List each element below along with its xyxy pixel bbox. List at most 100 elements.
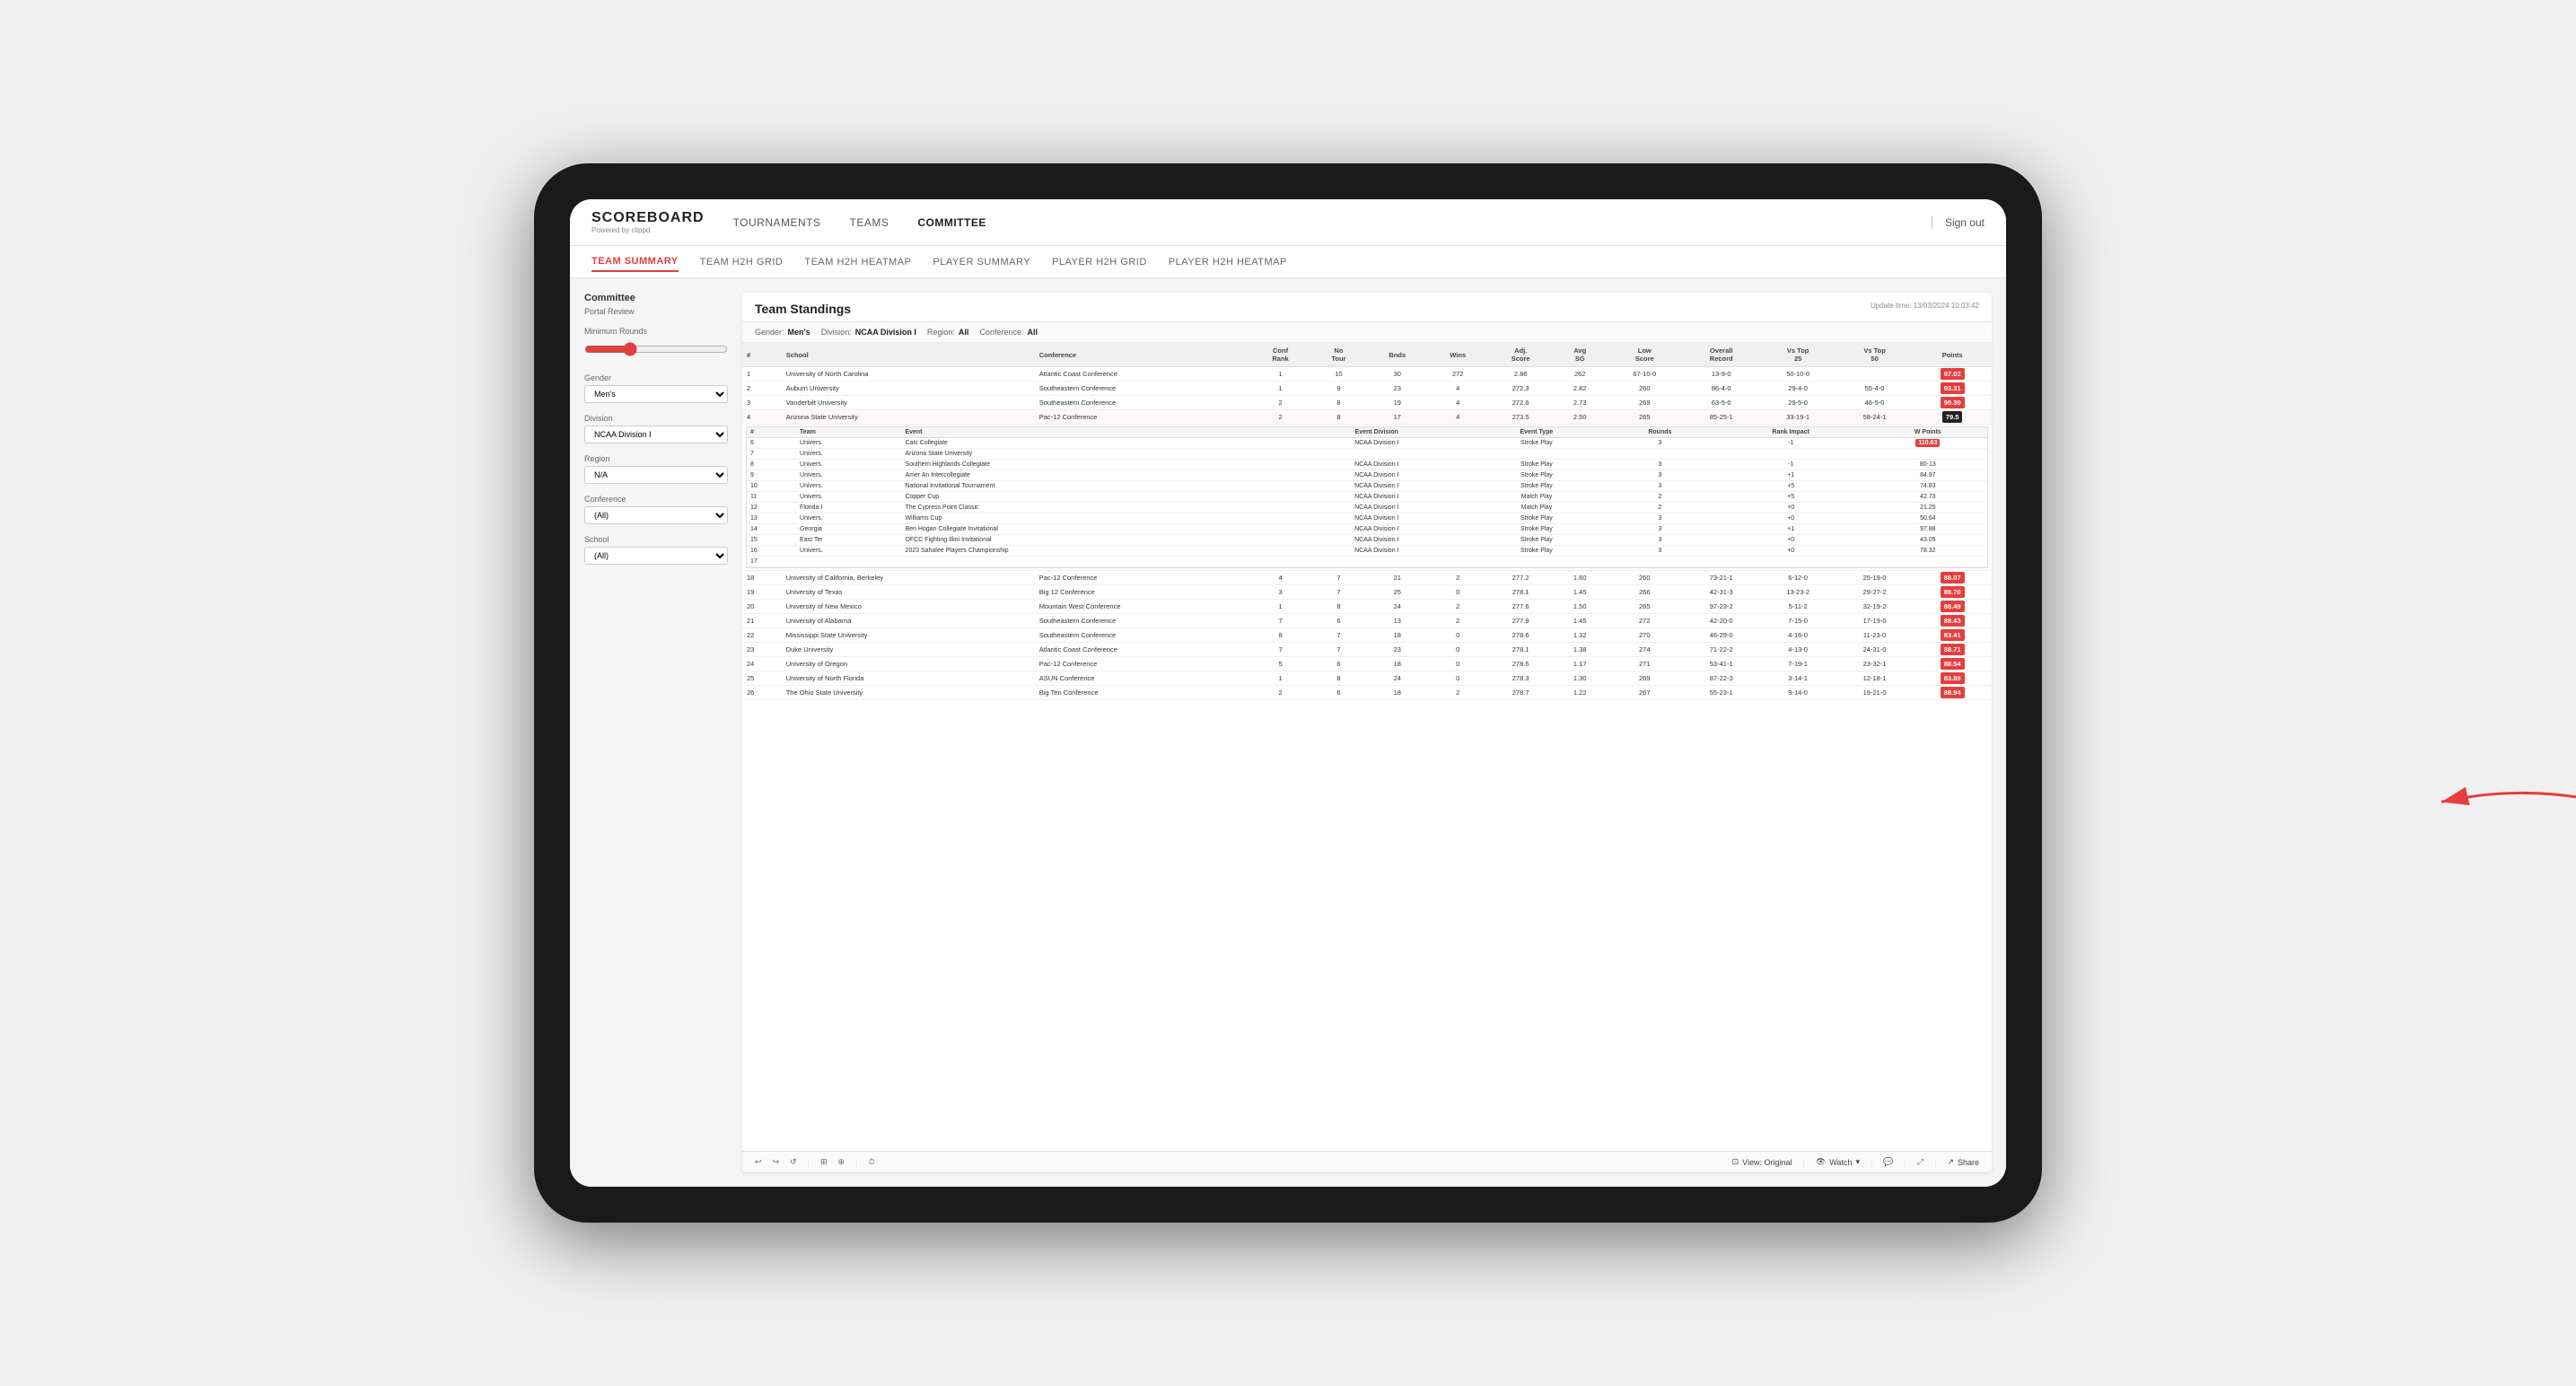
division-select[interactable]: NCAA Division I NCAA Division II (584, 425, 728, 443)
table-row: 3 Vanderbilt University Southeastern Con… (742, 396, 1992, 410)
eye-icon: 👁 (1816, 1157, 1826, 1167)
tab-player-h2h-grid[interactable]: PLAYER H2H GRID (1052, 253, 1147, 271)
col-school: School (782, 343, 1035, 367)
table-row: 1 University of North Carolina Atlantic … (742, 367, 1992, 382)
table-row: 24 University of Oregon Pac-12 Conferenc… (742, 657, 1992, 671)
tablet-frame: SCOREBOARD Powered by clippd TOURNAMENTS… (534, 163, 2042, 1223)
col-rank: # (742, 343, 782, 367)
list-item: 11 Univers. Copper Cup NCAA Division I M… (747, 492, 1987, 503)
col-points: Points (1913, 343, 1992, 367)
filter-label-region: Region (584, 454, 728, 463)
sign-out-button[interactable]: Sign out (1945, 216, 1985, 229)
filter-chip-conference: Conference: All (979, 328, 1038, 337)
list-item: 13 Univers. Williams Cup NCAA Division I… (747, 513, 1987, 524)
filter-label-division: Division (584, 414, 728, 423)
comment-icon[interactable]: 💬 (1883, 1157, 1893, 1167)
tab-team-h2h-heatmap[interactable]: TEAM H2H HEATMAP (804, 253, 911, 271)
table-row: 23 Duke University Atlantic Coast Confer… (742, 643, 1992, 657)
annotation-arrow (2432, 775, 2576, 829)
filter-label-conference: Conference (584, 495, 728, 504)
expand-icon[interactable]: ⤢ (1917, 1157, 1923, 1167)
nav-committee[interactable]: COMMITTEE (917, 213, 986, 232)
filter-label-school: School (584, 535, 728, 544)
col-no-tour: NoTour (1310, 343, 1366, 367)
app-logo-sub: Powered by clippd (591, 226, 705, 234)
redo-icon[interactable]: ↪ (773, 1157, 780, 1167)
filter-school: School (All) (584, 535, 728, 565)
table-row: 25 University of North Florida ASUN Conf… (742, 671, 1992, 686)
points-value: 88.71 (1941, 644, 1965, 655)
filter-label-rounds: Minimum Rounds (584, 327, 728, 336)
share-button[interactable]: ↗ Share (1947, 1157, 1979, 1167)
conference-select[interactable]: (All) (584, 506, 728, 524)
region-select[interactable]: N/A All (584, 466, 728, 484)
points-value: 93.31 (1941, 382, 1965, 394)
expanded-content: # Team Event Event Division Event Type R… (746, 426, 1988, 568)
points-value: 97.02 (1941, 368, 1965, 380)
points-value: 90.30 (1941, 397, 1965, 408)
list-item: 7 Univers. Arizona State University (747, 449, 1987, 460)
data-panel: Team Standings Update time: 13/03/2024 1… (742, 293, 1992, 1172)
list-item: 6 Univers. Catc Collegiate NCAA Division… (747, 438, 1987, 449)
col-overall: OverallRecord (1683, 343, 1759, 367)
filter-chip-gender: Gender: Men's (755, 328, 810, 337)
info-icon[interactable]: ⏱ (868, 1157, 874, 1167)
filter-division: Division NCAA Division I NCAA Division I… (584, 414, 728, 443)
list-item: 15 East Ter OFCC Fighting Illini Invitat… (747, 535, 1987, 546)
nav-tournaments[interactable]: TOURNAMENTS (733, 213, 821, 232)
school-select[interactable]: (All) (584, 547, 728, 565)
share-label: Share (1958, 1158, 1979, 1167)
slider-container (584, 338, 728, 363)
table-row: 19 University of Texas Big 12 Conference… (742, 585, 1992, 600)
col-low-score: LowScore (1607, 343, 1683, 367)
main-content: Committee Portal Review Minimum Rounds G… (570, 278, 2006, 1187)
table-row: 21 University of Alabama Southeastern Co… (742, 614, 1992, 628)
expanded-detail-row: # Team Event Event Division Event Type R… (742, 425, 1992, 571)
watch-button[interactable]: 👁 Watch ▾ (1816, 1157, 1860, 1167)
undo-icon[interactable]: ↩ (755, 1157, 762, 1167)
table-row: 26 The Ohio State University Big Ten Con… (742, 686, 1992, 700)
watch-label: Watch (1829, 1158, 1852, 1167)
standings-table: # School Conference ConfRank NoTour Bnds… (742, 343, 1992, 1151)
filter-chip-division: Division: NCAA Division I (821, 328, 916, 337)
filter-panel: Committee Portal Review Minimum Rounds G… (584, 293, 728, 1172)
list-item: 16 Univers. 2023 Sahalee Players Champio… (747, 546, 1987, 557)
points-value: 88.54 (1941, 658, 1965, 670)
data-panel-header: Team Standings Update time: 13/03/2024 1… (742, 293, 1992, 322)
app-header: SCOREBOARD Powered by clippd TOURNAMENTS… (570, 199, 2006, 246)
nav-teams[interactable]: TEAMS (850, 213, 889, 232)
col-adj-score: Adj.Score (1487, 343, 1554, 367)
tab-team-h2h-grid[interactable]: TEAM H2H GRID (700, 253, 784, 271)
col-wins: Wins (1428, 343, 1487, 367)
app-logo: SCOREBOARD (591, 210, 705, 226)
table-row-expanded: 4 Arizona State University Pac-12 Confer… (742, 410, 1992, 425)
col-vs50: Vs Top50 (1836, 343, 1913, 367)
view-original-button[interactable]: ⊡ View: Original (1732, 1157, 1792, 1167)
table-row: 2 Auburn University Southeastern Confere… (742, 382, 1992, 396)
tab-player-summary[interactable]: PLAYER SUMMARY (933, 253, 1030, 271)
list-item: 8 Univers. Southern Highlands Collegiate… (747, 460, 1987, 470)
col-vs25: Vs Top25 (1759, 343, 1836, 367)
points-value: 88.43 (1941, 615, 1965, 627)
filter-label-gender: Gender (584, 373, 728, 382)
filter-chip-region: Region: All (927, 328, 969, 337)
table-row: 18 University of California, Berkeley Pa… (742, 571, 1992, 585)
tab-player-h2h-heatmap[interactable]: PLAYER H2H HEATMAP (1169, 253, 1287, 271)
logo-area: SCOREBOARD Powered by clippd (591, 210, 705, 234)
copy-icon[interactable]: ⊞ (820, 1157, 828, 1167)
rounds-slider[interactable] (584, 342, 728, 356)
filter-gender: Gender Men's Women's (584, 373, 728, 403)
col-conference: Conference (1035, 343, 1250, 367)
add-icon[interactable]: ⊕ (838, 1157, 846, 1167)
filter-region: Region N/A All (584, 454, 728, 484)
reset-icon[interactable]: ↺ (790, 1157, 797, 1167)
sign-out-area: | Sign out (1930, 215, 1985, 231)
gender-select[interactable]: Men's Women's (584, 385, 728, 403)
view-label: View: Original (1742, 1158, 1792, 1167)
tab-team-summary[interactable]: TEAM SUMMARY (591, 252, 679, 272)
chevron-down-icon: ▾ (1855, 1157, 1860, 1167)
points-value: 83.41 (1941, 629, 1965, 641)
view-icon: ⊡ (1732, 1157, 1739, 1167)
filter-panel-subtitle: Portal Review (584, 307, 728, 316)
points-value: 88.07 (1941, 572, 1965, 583)
